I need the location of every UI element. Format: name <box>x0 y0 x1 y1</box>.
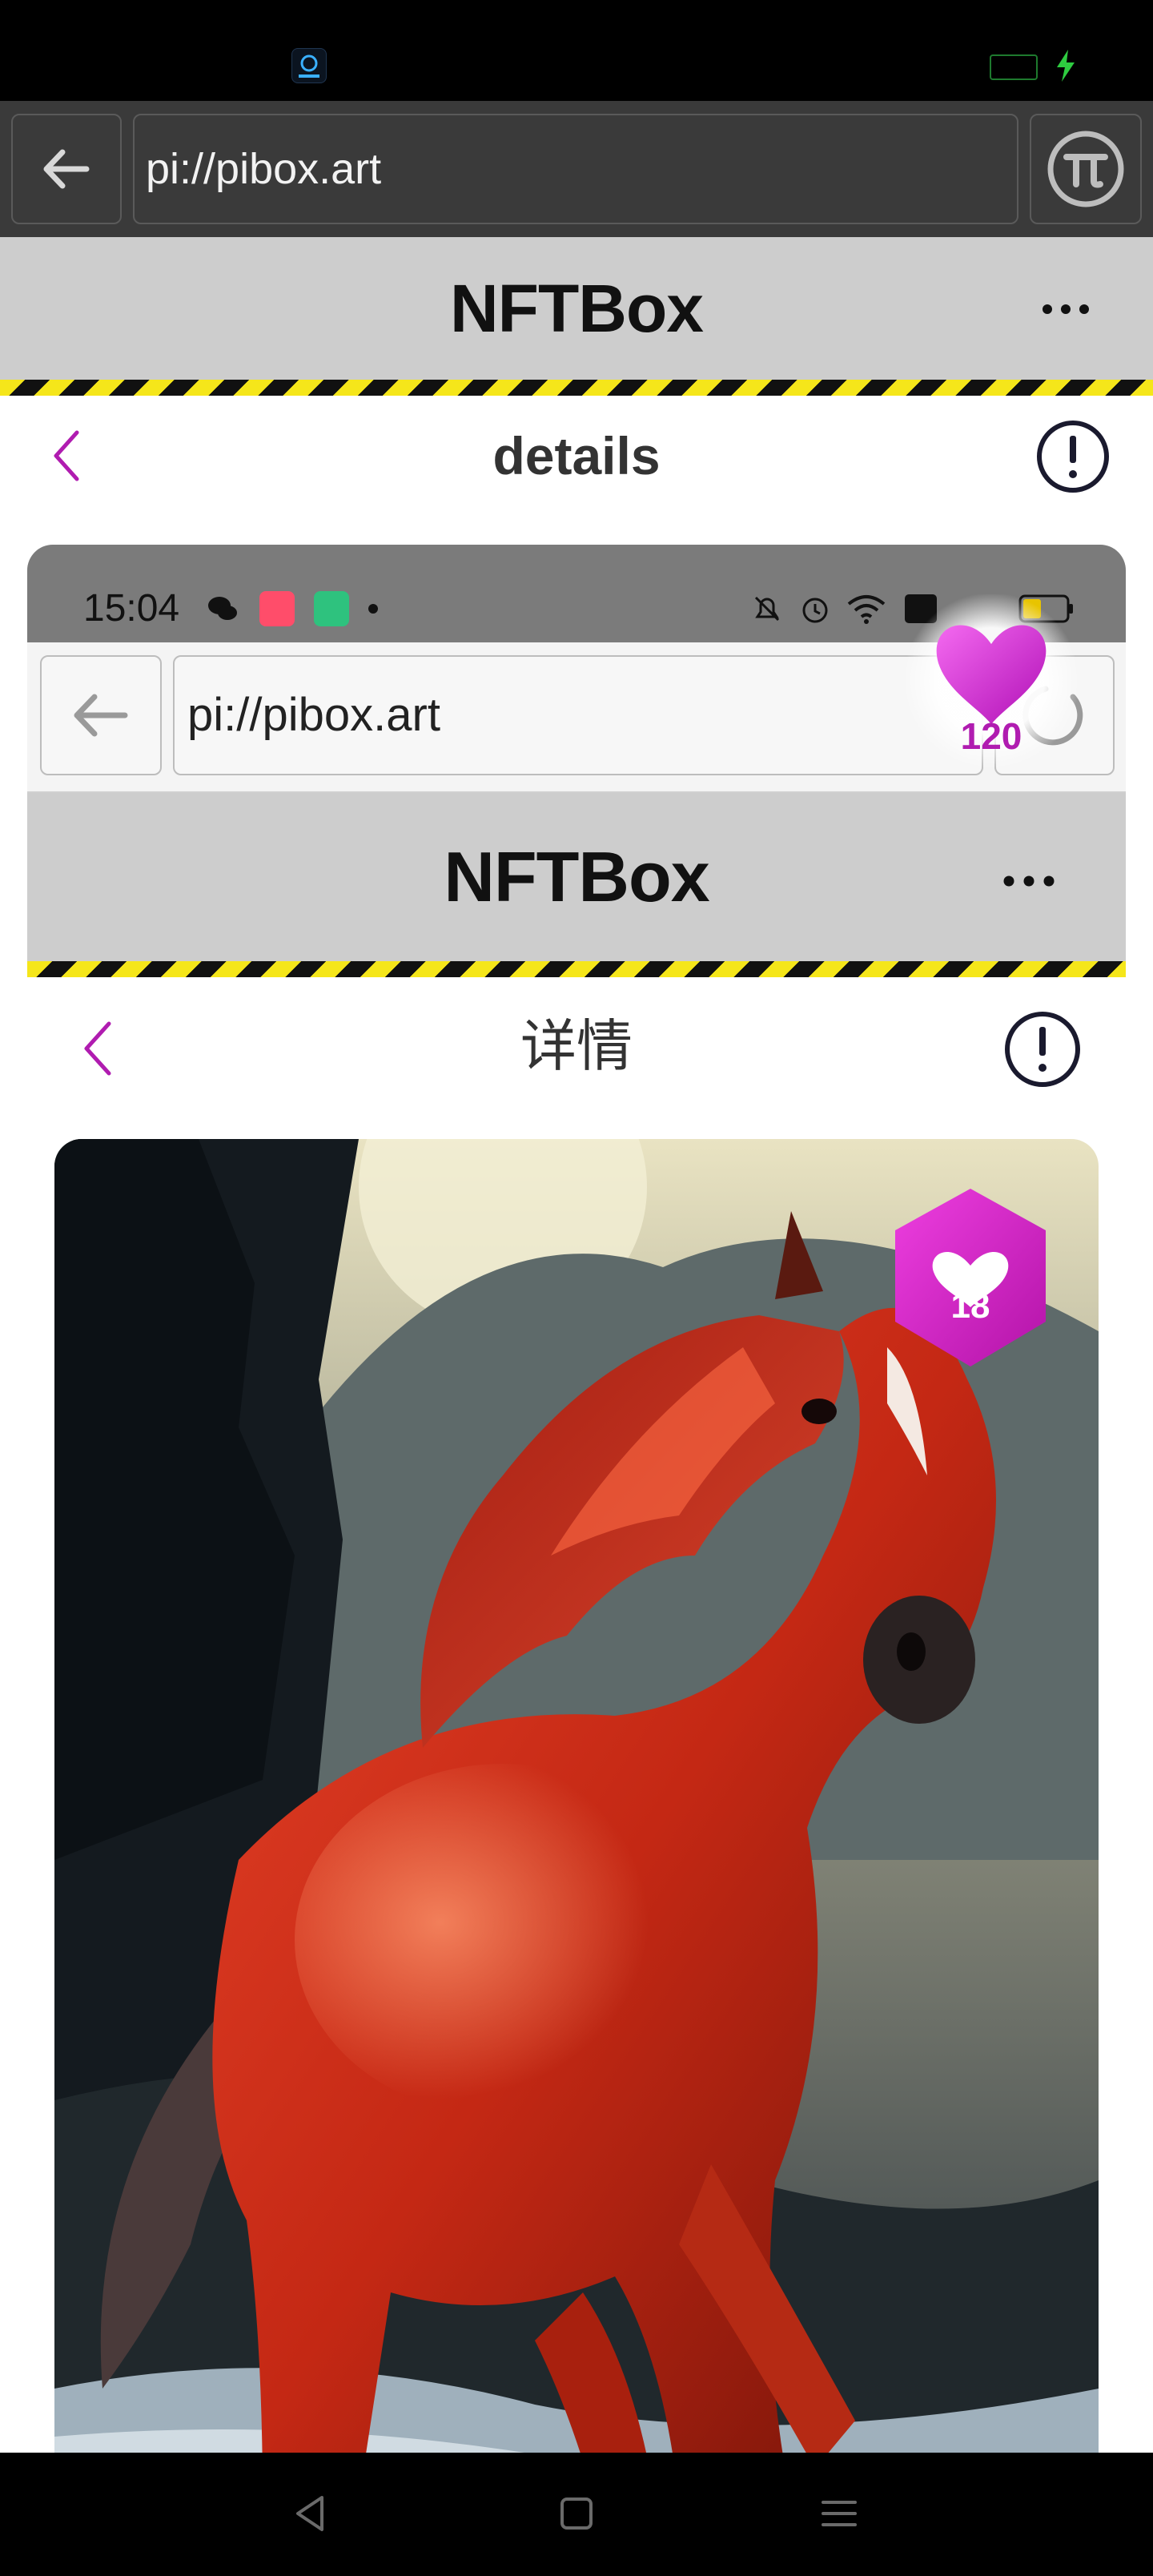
info-icon <box>1005 1012 1080 1087</box>
hazard-stripe-divider <box>27 961 1126 977</box>
app-title: NFTBox <box>450 271 704 346</box>
battery-icon <box>990 54 1038 80</box>
browser-back-button[interactable] <box>11 114 122 224</box>
nav-home-icon[interactable] <box>551 2488 602 2539</box>
pi-browser-button[interactable] <box>1030 114 1142 224</box>
app-notification-icon <box>291 48 327 83</box>
system-nav-bar <box>0 2453 1153 2576</box>
wifi-icon <box>847 595 886 624</box>
status-bar <box>0 0 1153 101</box>
embedded-app-title: NFTBox <box>444 837 709 916</box>
embedded-app-header: NFTBox <box>27 793 1126 961</box>
floating-like-button[interactable]: 120 <box>895 594 1087 771</box>
alarm-icon <box>802 598 828 623</box>
more-icon[interactable] <box>1038 285 1094 333</box>
page-title: details <box>492 426 661 485</box>
floating-like-count: 120 <box>960 715 1022 757</box>
app-notification-icon <box>314 591 349 626</box>
artwork-like-badge[interactable]: 18 <box>881 1185 1060 1370</box>
nav-menu-icon[interactable] <box>814 2488 865 2539</box>
address-bar-text: pi://pibox.art <box>146 145 382 193</box>
artwork-like-count: 18 <box>950 1286 990 1326</box>
info-icon[interactable] <box>1034 418 1111 495</box>
app-notification-icon <box>259 591 295 626</box>
heart-icon <box>895 1189 1046 1366</box>
embedded-address-bar[interactable]: pi://pibox.art <box>173 655 983 775</box>
wechat-icon <box>208 597 237 620</box>
embedded-browser-back-button[interactable] <box>40 655 162 775</box>
embedded-page-title: 详情 <box>520 1015 633 1077</box>
charging-bolt-icon <box>1057 50 1075 82</box>
details-nav: details <box>0 396 1153 516</box>
app-header: NFTBox <box>0 237 1153 380</box>
hazard-stripe-divider <box>0 380 1153 396</box>
nav-back-icon[interactable] <box>285 2488 336 2539</box>
address-bar[interactable]: pi://pibox.art <box>133 114 1018 224</box>
back-arrow-icon <box>74 694 128 737</box>
embedded-address-bar-text: pi://pibox.art <box>187 689 440 741</box>
embedded-status-time: 15:04 <box>83 587 180 630</box>
back-arrow-icon <box>43 149 90 189</box>
nft-image-card[interactable]: 15:04 pi://pibox.art NFTBox 详情 18 <box>27 545 1126 2576</box>
more-notifications-dot <box>368 604 378 614</box>
more-icon <box>1003 875 1055 887</box>
pi-logo-icon <box>1047 131 1124 207</box>
embedded-details-nav: 详情 <box>27 977 1126 1115</box>
mute-icon <box>754 596 780 622</box>
